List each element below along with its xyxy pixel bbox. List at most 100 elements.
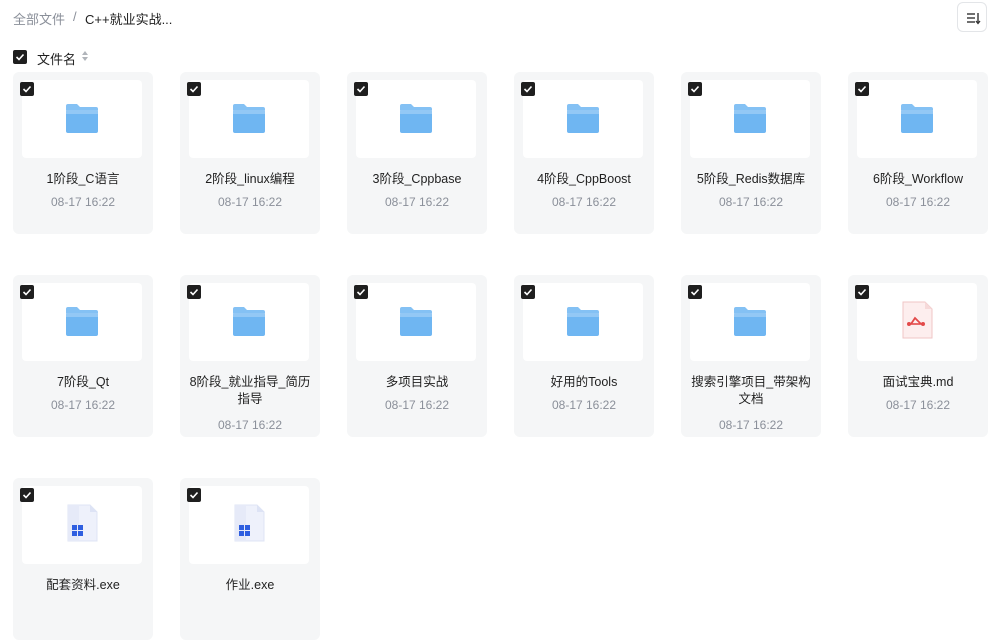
- file-card[interactable]: 6阶段_Workflow 08-17 16:22: [848, 72, 988, 234]
- file-name[interactable]: 7阶段_Qt: [19, 374, 147, 391]
- folder-icon: [565, 304, 601, 343]
- folder-icon: [398, 304, 434, 343]
- breadcrumb-separator: /: [73, 9, 77, 24]
- file-thumbnail: [356, 283, 476, 361]
- top-bar: 全部文件 / C++就业实战...: [0, 0, 1000, 34]
- file-checkbox[interactable]: [521, 285, 535, 299]
- check-icon: [523, 85, 533, 93]
- file-name[interactable]: 4阶段_CppBoost: [520, 171, 648, 188]
- folder-icon: [231, 101, 267, 140]
- file-name[interactable]: 作业.exe: [186, 577, 314, 594]
- file-thumbnail: [356, 80, 476, 158]
- folder-icon: [64, 304, 100, 343]
- file-thumbnail: [189, 80, 309, 158]
- file-card[interactable]: 8阶段_就业指导_简历指导 08-17 16:22: [180, 275, 320, 437]
- file-name[interactable]: 8阶段_就业指导_简历指导: [186, 374, 314, 408]
- file-card[interactable]: 搜索引擎项目_带架构文档 08-17 16:22: [681, 275, 821, 437]
- file-name[interactable]: 好用的Tools: [520, 374, 648, 391]
- file-checkbox[interactable]: [187, 82, 201, 96]
- sort-arrows-icon[interactable]: [81, 50, 89, 62]
- file-name[interactable]: 3阶段_Cppbase: [353, 171, 481, 188]
- file-checkbox[interactable]: [688, 82, 702, 96]
- exe-file-icon: [231, 503, 267, 548]
- file-checkbox[interactable]: [521, 82, 535, 96]
- file-card[interactable]: 2阶段_linux编程 08-17 16:22: [180, 72, 320, 234]
- file-card[interactable]: 面试宝典.md 08-17 16:22: [848, 275, 988, 437]
- file-checkbox[interactable]: [20, 488, 34, 502]
- file-name[interactable]: 配套资料.exe: [19, 577, 147, 594]
- folder-icon: [398, 101, 434, 140]
- file-thumbnail: [22, 486, 142, 564]
- select-all-checkbox[interactable]: [13, 50, 27, 64]
- file-name[interactable]: 搜索引擎项目_带架构文档: [687, 374, 815, 408]
- file-date: 08-17 16:22: [885, 195, 951, 209]
- check-icon: [690, 288, 700, 296]
- file-name[interactable]: 5阶段_Redis数据库: [687, 171, 815, 188]
- file-checkbox[interactable]: [187, 488, 201, 502]
- file-date: 08-17 16:22: [217, 418, 283, 432]
- folder-icon: [231, 304, 267, 343]
- folder-icon: [732, 101, 768, 140]
- file-thumbnail: [189, 486, 309, 564]
- check-icon: [523, 288, 533, 296]
- file-date: 08-17 16:22: [718, 195, 784, 209]
- file-card[interactable]: 多项目实战 08-17 16:22: [347, 275, 487, 437]
- file-thumbnail: [690, 80, 810, 158]
- file-card[interactable]: 配套资料.exe: [13, 478, 153, 640]
- file-checkbox[interactable]: [354, 82, 368, 96]
- file-card[interactable]: 作业.exe: [180, 478, 320, 640]
- file-checkbox[interactable]: [20, 285, 34, 299]
- file-date: 08-17 16:22: [718, 418, 784, 432]
- sort-button[interactable]: [957, 2, 987, 32]
- filename-column-header[interactable]: 文件名: [37, 49, 76, 68]
- file-checkbox[interactable]: [855, 82, 869, 96]
- sort-list-icon: [967, 13, 981, 25]
- markdown-file-icon: [899, 300, 935, 345]
- folder-icon: [565, 101, 601, 140]
- file-checkbox[interactable]: [20, 82, 34, 96]
- check-icon: [356, 85, 366, 93]
- file-card[interactable]: 7阶段_Qt 08-17 16:22: [13, 275, 153, 437]
- file-name[interactable]: 6阶段_Workflow: [854, 171, 982, 188]
- file-thumbnail: [690, 283, 810, 361]
- file-card[interactable]: 3阶段_Cppbase 08-17 16:22: [347, 72, 487, 234]
- file-checkbox[interactable]: [354, 285, 368, 299]
- file-name[interactable]: 面试宝典.md: [854, 374, 982, 391]
- file-date: 08-17 16:22: [551, 398, 617, 412]
- file-thumbnail: [523, 283, 643, 361]
- check-icon: [189, 85, 199, 93]
- file-checkbox[interactable]: [688, 285, 702, 299]
- breadcrumb-root-link[interactable]: 全部文件: [13, 9, 65, 28]
- exe-file-icon: [64, 503, 100, 548]
- file-date: 08-17 16:22: [551, 195, 617, 209]
- file-card[interactable]: 1阶段_C语言 08-17 16:22: [13, 72, 153, 234]
- check-icon: [690, 85, 700, 93]
- file-card[interactable]: 好用的Tools 08-17 16:22: [514, 275, 654, 437]
- file-date: 08-17 16:22: [384, 398, 450, 412]
- check-icon: [189, 491, 199, 499]
- breadcrumb-current: C++就业实战...: [85, 12, 173, 27]
- file-name[interactable]: 1阶段_C语言: [19, 171, 147, 188]
- file-thumbnail: [523, 80, 643, 158]
- file-date: 08-17 16:22: [50, 195, 116, 209]
- file-card[interactable]: 4阶段_CppBoost 08-17 16:22: [514, 72, 654, 234]
- file-name[interactable]: 2阶段_linux编程: [186, 171, 314, 188]
- check-icon: [15, 53, 25, 61]
- file-grid: 1阶段_C语言 08-17 16:22 2阶段_linux编程 08-17 16:2…: [13, 72, 1000, 640]
- check-icon: [22, 85, 32, 93]
- file-thumbnail: [22, 80, 142, 158]
- file-checkbox[interactable]: [187, 285, 201, 299]
- file-date: 08-17 16:22: [384, 195, 450, 209]
- folder-icon: [64, 101, 100, 140]
- file-thumbnail: [22, 283, 142, 361]
- check-icon: [857, 85, 867, 93]
- file-thumbnail: [857, 80, 977, 158]
- file-thumbnail: [857, 283, 977, 361]
- folder-icon: [732, 304, 768, 343]
- file-checkbox[interactable]: [855, 285, 869, 299]
- file-date: 08-17 16:22: [217, 195, 283, 209]
- file-name[interactable]: 多项目实战: [353, 374, 481, 391]
- folder-icon: [899, 101, 935, 140]
- file-card[interactable]: 5阶段_Redis数据库 08-17 16:22: [681, 72, 821, 234]
- file-date: 08-17 16:22: [50, 398, 116, 412]
